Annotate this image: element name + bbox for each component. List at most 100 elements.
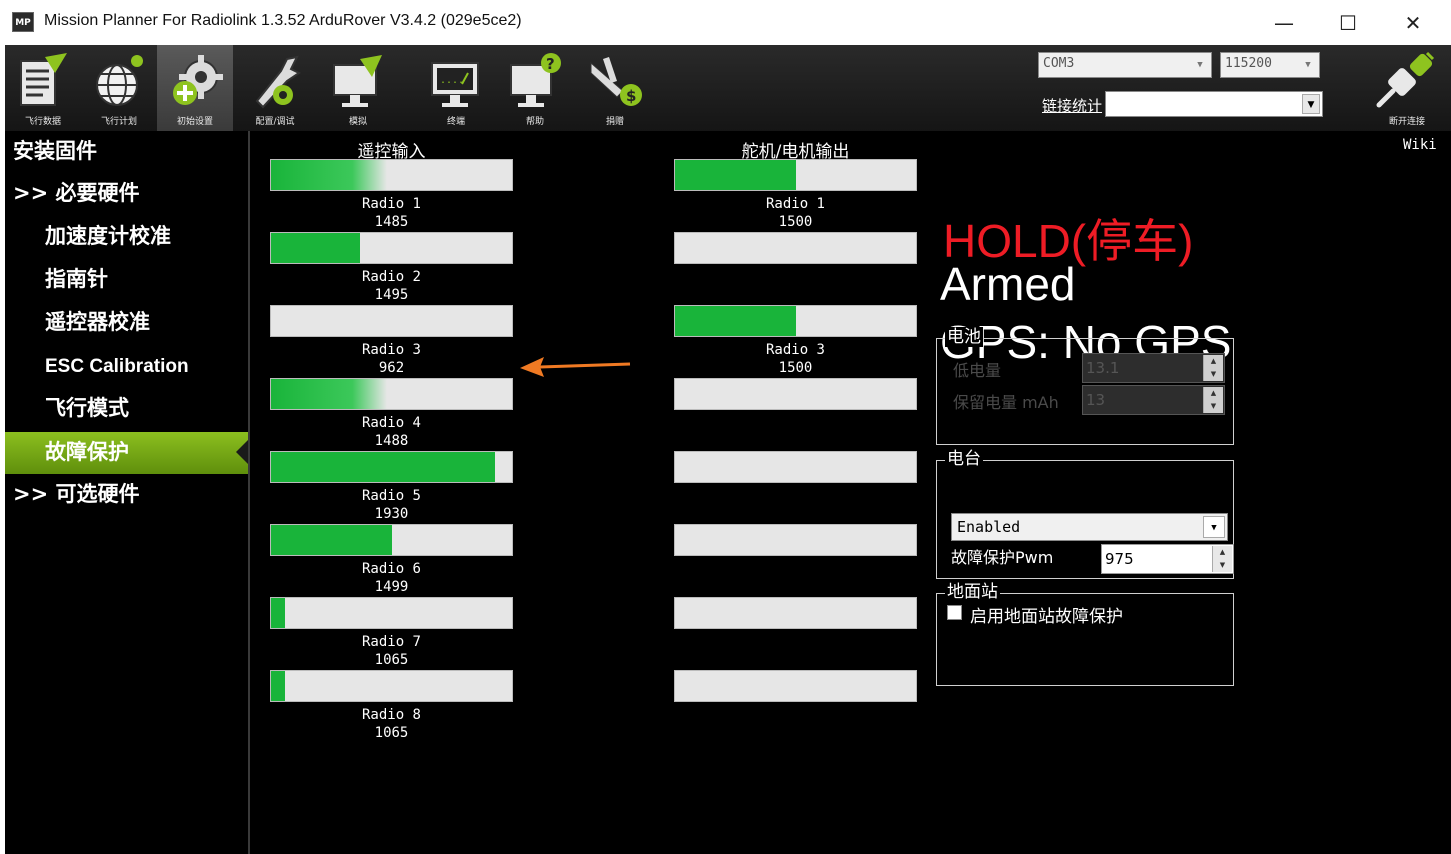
gcs-failsafe-label[interactable]: 启用地面站故障保护 xyxy=(970,602,1123,627)
reserve-mah-input[interactable]: 13 ▲ ▼ xyxy=(1082,385,1225,415)
servo-out-bar xyxy=(674,232,917,264)
terminal-button[interactable]: .... 终端 xyxy=(418,45,494,131)
radio-group-title: 电台 xyxy=(945,449,983,469)
radio-in-bar xyxy=(270,305,513,337)
servo-out-bar xyxy=(674,305,917,337)
servo-out-bar xyxy=(674,597,917,629)
setup-sidebar: 安装固件 >> 必要硬件 加速度计校准 指南针 遥控器校准 ESC Calibr… xyxy=(5,131,248,854)
throttle-failsafe-select[interactable]: Enabled ▼ xyxy=(951,513,1228,541)
reserve-mah-label: 保留电量 mAh xyxy=(953,393,1059,412)
low-voltage-value: 13.1 xyxy=(1086,359,1120,377)
sidebar-item-optional-hardware[interactable]: >> 可选硬件 xyxy=(5,474,248,514)
port-value: COM3 xyxy=(1043,56,1075,71)
sidebar-item-mandatory-hardware[interactable]: >> 必要硬件 xyxy=(5,173,248,213)
armed-status: Armed xyxy=(940,258,1076,310)
baud-select[interactable]: 115200 ▼ xyxy=(1220,52,1320,78)
wiki-link[interactable]: Wiki xyxy=(1403,137,1437,153)
disconnect-button[interactable]: 断开连接 xyxy=(1367,45,1447,131)
link-select[interactable]: ▼ xyxy=(1105,91,1323,117)
spinner-icon[interactable]: ▲ ▼ xyxy=(1203,387,1223,413)
throttle-failsafe-value: Enabled xyxy=(957,518,1021,536)
reserve-mah-value: 13 xyxy=(1086,391,1106,409)
channel-pwm-value: 1488 xyxy=(374,433,409,449)
link-stats-link[interactable]: 链接统计 xyxy=(1042,95,1102,116)
radio-in-bar xyxy=(270,159,513,191)
app-icon: MP xyxy=(12,12,34,32)
battery-group-title: 电池 xyxy=(945,327,983,347)
app-main: 飞行数据 飞行计划 初始设置 配置/调试 模拟 .... 终端 ? 帮助 $ 捐… xyxy=(5,45,1451,854)
servo-out-bar xyxy=(674,378,917,410)
channel-pwm-value: 1065 xyxy=(374,725,409,741)
spinner-icon[interactable]: ▲ ▼ xyxy=(1212,546,1232,572)
simulation-icon xyxy=(333,55,382,107)
failsafe-pwm-input[interactable]: 975 ▲ ▼ xyxy=(1101,544,1234,574)
config-tuning-icon xyxy=(255,55,301,109)
chevron-down-icon: ▼ xyxy=(1305,60,1311,70)
minimize-icon[interactable]: — xyxy=(1264,8,1304,38)
servo-out-bar xyxy=(674,524,917,556)
window-title-bar: MP Mission Planner For Radiolink 1.3.52 … xyxy=(0,0,1451,45)
chevron-down-icon: ▼ xyxy=(1197,60,1203,70)
channel-pwm-value: 1485 xyxy=(374,214,409,230)
close-icon[interactable]: ✕ xyxy=(1393,8,1433,38)
maximize-icon[interactable]: ☐ xyxy=(1328,8,1368,38)
terminal-label: 终端 xyxy=(446,117,465,127)
radio-in-bar xyxy=(270,232,513,264)
low-voltage-label: 低电量 xyxy=(953,361,1002,380)
flight-plan-button[interactable]: 飞行计划 xyxy=(81,45,157,131)
channel-name: Radio 8 xyxy=(361,707,421,723)
radio-in-bar xyxy=(270,670,513,702)
bar-fill xyxy=(675,306,796,336)
channel-pwm-value: 1500 xyxy=(778,360,813,376)
initial-setup-button[interactable]: 初始设置 xyxy=(157,45,233,131)
channel-pwm-value: 1500 xyxy=(778,214,813,230)
bar-fill xyxy=(271,525,392,555)
channel-name: Radio 2 xyxy=(361,269,421,285)
failsafe-pwm-value: 975 xyxy=(1105,550,1134,568)
disconnect-label: 断开连接 xyxy=(1388,117,1425,127)
initial-setup-label: 初始设置 xyxy=(176,117,213,127)
bar-fill xyxy=(271,452,496,482)
flight-data-button[interactable]: 飞行数据 xyxy=(5,45,81,131)
sidebar-item-esc-calibration[interactable]: ESC Calibration xyxy=(5,347,248,387)
channel-name: Radio 3 xyxy=(361,342,421,358)
config-tuning-button[interactable]: 配置/调试 xyxy=(237,45,313,131)
bar-fill xyxy=(271,598,286,628)
radio-in-bar xyxy=(270,597,513,629)
channel-pwm-value: 962 xyxy=(378,360,405,376)
channel-pwm-value: 1495 xyxy=(374,287,409,303)
sidebar-item-flight-modes[interactable]: 飞行模式 xyxy=(5,388,248,428)
simulation-button[interactable]: 模拟 xyxy=(320,45,396,131)
toolbar: 飞行数据 飞行计划 初始设置 配置/调试 模拟 .... 终端 ? 帮助 $ 捐… xyxy=(5,45,1451,131)
sidebar-item-compass[interactable]: 指南针 xyxy=(5,259,248,299)
gcs-failsafe-checkbox[interactable] xyxy=(947,605,962,620)
flight-plan-label: 飞行计划 xyxy=(100,117,137,127)
sidebar-item-accel-calibration[interactable]: 加速度计校准 xyxy=(5,216,248,256)
plug-icon xyxy=(1376,51,1435,108)
channel-pwm-value: 1930 xyxy=(374,506,409,522)
flight-data-icon xyxy=(20,53,67,106)
channel-name: Radio 4 xyxy=(361,415,421,431)
bar-fill xyxy=(271,233,361,263)
annotation-arrow-icon xyxy=(520,357,631,377)
donate-label: 捐赠 xyxy=(605,117,624,127)
bar-fill xyxy=(271,160,387,190)
battery-group: 电池 低电量 13.1 ▲ ▼ 保留电量 mAh 13 ▲ ▼ xyxy=(936,327,1234,445)
terminal-icon: .... xyxy=(431,62,479,107)
help-button[interactable]: ? 帮助 xyxy=(497,45,573,131)
servo-out-bar xyxy=(674,159,917,191)
channel-name: Radio 7 xyxy=(361,634,421,650)
sidebar-item-radio-calibration[interactable]: 遥控器校准 xyxy=(5,302,248,342)
flight-plan-icon xyxy=(96,55,143,106)
failsafe-pwm-label: 故障保护Pwm xyxy=(951,548,1054,567)
port-select[interactable]: COM3 ▼ xyxy=(1038,52,1212,78)
spinner-icon[interactable]: ▲ ▼ xyxy=(1203,355,1223,381)
svg-text:....: .... xyxy=(440,75,464,86)
donate-button[interactable]: $ 捐赠 xyxy=(577,45,653,131)
window-title: Mission Planner For Radiolink 1.3.52 Ard… xyxy=(44,12,522,29)
low-voltage-input[interactable]: 13.1 ▲ ▼ xyxy=(1082,353,1225,383)
sidebar-item-failsafe[interactable]: 故障保护 xyxy=(5,432,248,474)
config-tuning-label: 配置/调试 xyxy=(255,117,295,127)
sidebar-item-install-firmware[interactable]: 安装固件 xyxy=(5,131,248,171)
channel-name: Radio 1 xyxy=(361,196,421,212)
